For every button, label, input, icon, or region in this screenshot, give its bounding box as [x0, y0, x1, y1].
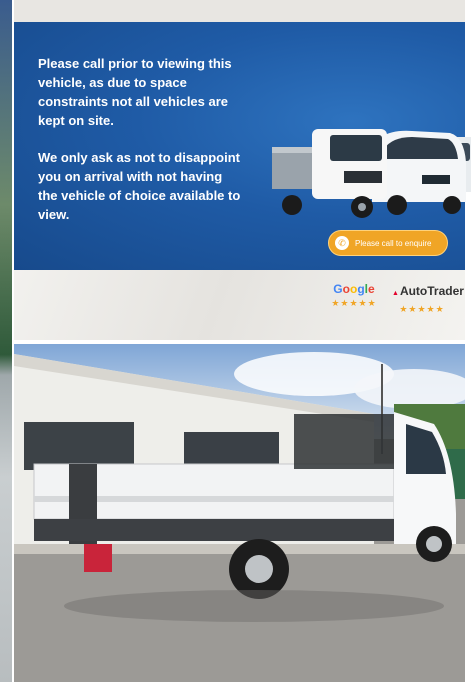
autotrader-logo: AutoTrader — [392, 284, 464, 298]
truck-rear-wheel — [282, 195, 302, 215]
truck-grille — [344, 171, 382, 183]
notice-text: Please call prior to viewing this vehicl… — [38, 54, 243, 242]
notice-card-top-margin — [14, 0, 465, 22]
van-middle-wheel — [387, 195, 407, 215]
google-rating: Google ★★★★★ — [326, 282, 382, 309]
truck-headboard — [294, 414, 394, 469]
van-middle-wheel-2 — [443, 196, 461, 214]
truck-tipper-rim — [272, 147, 317, 153]
adjacent-photo-strip — [0, 0, 12, 682]
vans-illustration — [272, 129, 471, 218]
google-logo: Google — [333, 282, 375, 296]
truck-mudflap — [84, 544, 112, 572]
notice-paragraph-1: Please call prior to viewing this vehicl… — [38, 56, 232, 128]
building-window — [24, 422, 134, 470]
truck-tipper-bed — [272, 147, 317, 189]
autotrader-rating: AutoTrader ★★★★★ — [392, 284, 464, 315]
truck-shadow — [64, 590, 444, 622]
notice-paragraph-2: We only ask as not to disappoint you on … — [38, 150, 241, 222]
van-middle-grille — [422, 175, 450, 184]
notice-banner: Please call prior to viewing this vehicl… — [14, 22, 471, 270]
truck-chassis — [34, 519, 394, 541]
truck-rear-hub — [245, 555, 273, 583]
google-stars: ★★★★★ — [331, 298, 377, 308]
call-to-enquire-label: Please call to enquire — [355, 238, 432, 248]
call-to-enquire-button[interactable]: ✆ Please call to enquire — [328, 230, 448, 256]
truck-windscreen — [330, 135, 382, 161]
ratings-bar: Google ★★★★★ AutoTrader ★★★★★ — [14, 270, 465, 340]
truck-front-hub — [426, 536, 442, 552]
phone-icon: ✆ — [335, 236, 349, 250]
van-middle-windscreen — [384, 137, 458, 159]
truck-photo — [14, 344, 465, 682]
truck-front-hub — [358, 203, 366, 211]
autotrader-stars: ★★★★★ — [399, 304, 445, 314]
